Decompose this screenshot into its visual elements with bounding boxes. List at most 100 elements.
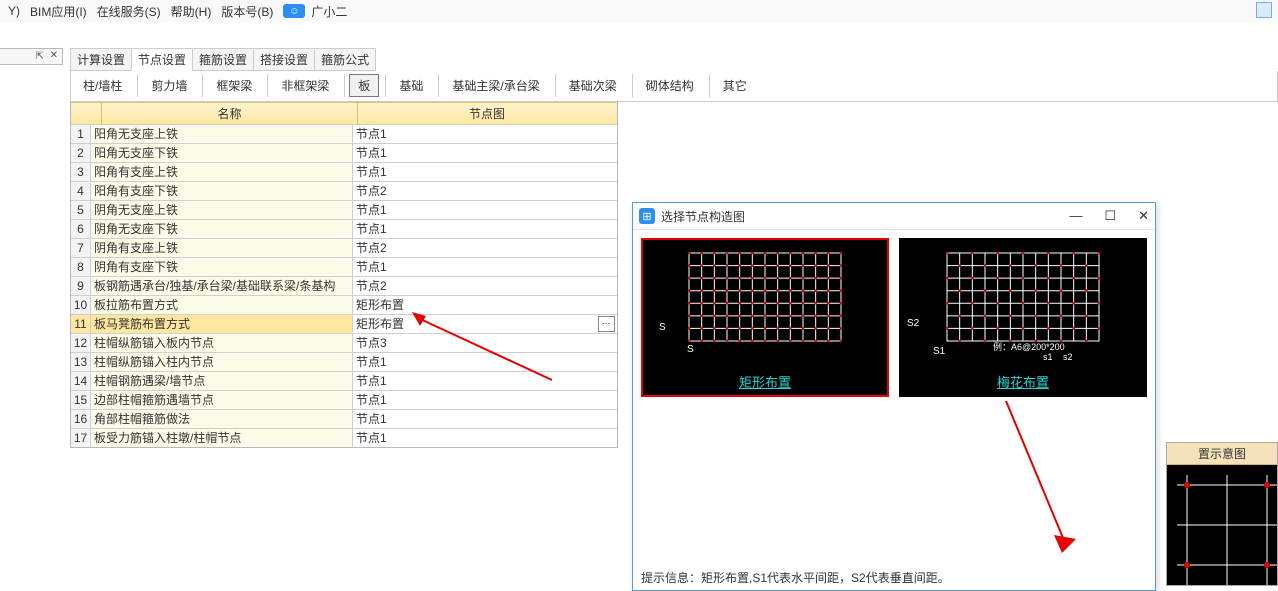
subtab-shearwall[interactable]: 剪力墙 <box>142 74 196 97</box>
table-row[interactable]: 12柱帽纵筋锚入板内节点节点3 <box>71 333 617 352</box>
pin-icon[interactable]: ⇱ <box>36 51 44 62</box>
menu-item[interactable]: 帮助(H) <box>167 3 216 20</box>
menubar: Y) BIM应用(I) 在线服务(S) 帮助(H) 版本号(B) ☺广小二 <box>0 0 1278 22</box>
table-row[interactable]: 17板受力筋锚入柱墩/柱帽节点节点1 <box>71 428 617 447</box>
subtab-framebeam[interactable]: 框架梁 <box>207 74 261 97</box>
subtab-nonframebeam[interactable]: 非框架梁 <box>272 74 338 97</box>
subtab-capbeam[interactable]: 基础主梁/承台梁 <box>443 74 548 97</box>
row-node[interactable]: 节点1 <box>353 372 617 390</box>
option-plum-layout[interactable]: S2 S1 例：A6@200*200 s1 s2 梅花布置 <box>899 238 1147 397</box>
row-node[interactable]: 节点1 <box>353 258 617 276</box>
row-node[interactable]: 节点1 <box>353 220 617 238</box>
table-row[interactable]: 2阳角无支座下铁节点1 <box>71 143 617 162</box>
tab-stirrup-formula[interactable]: 箍筋公式 <box>314 48 376 71</box>
row-node[interactable]: 节点1 <box>353 353 617 371</box>
row-number: 8 <box>71 258 91 276</box>
subtab-slab[interactable]: 板 <box>349 74 379 97</box>
row-name: 阴角有支座下铁 <box>91 258 353 276</box>
row-node[interactable]: 矩形布置⋯ <box>353 315 617 333</box>
tab-calc-settings[interactable]: 计算设置 <box>70 48 132 71</box>
table-row[interactable]: 16角部柱帽箍筋做法节点1 <box>71 409 617 428</box>
table-row[interactable]: 8阴角有支座下铁节点1 <box>71 257 617 276</box>
dialog-titlebar[interactable]: ⊞ 选择节点构造图 — ☐ ✕ <box>633 203 1155 230</box>
sub-s1: s1 <box>1043 352 1053 362</box>
table-row[interactable]: 1阳角无支座上铁节点1 <box>71 124 617 143</box>
schematic-caption: 置示意图 <box>1167 443 1277 465</box>
table-row[interactable]: 4阳角有支座下铁节点2 <box>71 181 617 200</box>
table-row[interactable]: 14柱帽钢筋遇梁/墙节点节点1 <box>71 371 617 390</box>
row-node[interactable]: 节点2 <box>353 182 617 200</box>
table-row[interactable]: 7阴角有支座上铁节点2 <box>71 238 617 257</box>
row-name: 阴角无支座下铁 <box>91 220 353 238</box>
row-node[interactable]: 节点1 <box>353 125 617 143</box>
dialog-title: 选择节点构造图 <box>661 208 745 225</box>
ellipsis-button[interactable]: ⋯ <box>598 316 615 332</box>
close-icon[interactable]: ✕ <box>50 50 58 61</box>
row-node[interactable]: 节点3 <box>353 334 617 352</box>
axis-h-label: S <box>687 344 694 355</box>
subtab-secondarybeam[interactable]: 基础次梁 <box>560 74 626 97</box>
row-name: 边部柱帽箍筋遇墙节点 <box>91 391 353 409</box>
maximize-icon[interactable]: ☐ <box>1104 208 1116 224</box>
table-row[interactable]: 3阳角有支座上铁节点1 <box>71 162 617 181</box>
schematic-body <box>1167 465 1277 585</box>
option-label: 矩形布置 <box>643 372 887 391</box>
menu-item[interactable]: BIM应用(I) <box>26 3 91 20</box>
row-number: 14 <box>71 372 91 390</box>
ribbon-tabs: 计算设置 节点设置 箍筋设置 搭接设置 箍筋公式 <box>70 48 1278 71</box>
assistant-icon: ☺ <box>283 4 305 18</box>
row-name: 板钢筋遇承台/独基/承台梁/基础联系梁/条基构 <box>91 277 353 295</box>
tab-stirrup-settings[interactable]: 箍筋设置 <box>192 48 254 71</box>
tab-lap-settings[interactable]: 搭接设置 <box>253 48 315 71</box>
row-number: 5 <box>71 201 91 219</box>
select-node-dialog: ⊞ 选择节点构造图 — ☐ ✕ S S 矩形布置 <box>632 202 1156 591</box>
sub-s2: s2 <box>1063 352 1073 362</box>
table-row[interactable]: 13柱帽纵筋锚入柱内节点节点1 <box>71 352 617 371</box>
row-node[interactable]: 节点2 <box>353 277 617 295</box>
table-row[interactable]: 6阴角无支座下铁节点1 <box>71 219 617 238</box>
subtab-other[interactable]: 其它 <box>714 74 756 97</box>
table-row[interactable]: 9板钢筋遇承台/独基/承台梁/基础联系梁/条基构节点2 <box>71 276 617 295</box>
menu-item[interactable]: Y) <box>4 4 24 18</box>
row-name: 板受力筋锚入柱墩/柱帽节点 <box>91 429 353 447</box>
download-icon[interactable] <box>1256 2 1272 18</box>
subtab-masonry[interactable]: 砌体结构 <box>637 74 703 97</box>
row-node[interactable]: 节点1 <box>353 429 617 447</box>
row-name: 阴角有支座上铁 <box>91 239 353 257</box>
menu-item[interactable]: 在线服务(S) <box>93 3 165 20</box>
table-row[interactable]: 10板拉筋布置方式矩形布置 <box>71 295 617 314</box>
option-label: 梅花布置 <box>901 372 1145 391</box>
close-icon[interactable]: ✕ <box>1138 208 1149 224</box>
dialog-icon: ⊞ <box>639 208 655 224</box>
option-rect-layout[interactable]: S S 矩形布置 <box>641 238 889 397</box>
schematic-panel: 置示意图 <box>1166 442 1278 586</box>
minimize-icon[interactable]: — <box>1069 208 1082 224</box>
row-node[interactable]: 节点1 <box>353 201 617 219</box>
menu-item[interactable]: 版本号(B) <box>217 3 277 20</box>
row-number: 2 <box>71 144 91 162</box>
row-name: 柱帽钢筋遇梁/墙节点 <box>91 372 353 390</box>
row-name: 板马凳筋布置方式 <box>91 315 353 333</box>
subtab-column[interactable]: 柱/墙柱 <box>74 74 131 97</box>
ribbon-subtabs: 柱/墙柱 剪力墙 框架梁 非框架梁 板 基础 基础主梁/承台梁 基础次梁 砌体结… <box>70 71 1278 102</box>
row-number: 11 <box>71 315 91 333</box>
row-number: 10 <box>71 296 91 314</box>
row-number: 15 <box>71 391 91 409</box>
row-node[interactable]: 节点1 <box>353 391 617 409</box>
assistant-launcher[interactable]: ☺广小二 <box>279 3 355 20</box>
table-row[interactable]: 5阴角无支座上铁节点1 <box>71 200 617 219</box>
subtab-foundation[interactable]: 基础 <box>390 74 432 97</box>
row-number: 17 <box>71 429 91 447</box>
row-node[interactable]: 节点1 <box>353 144 617 162</box>
table-row[interactable]: 15边部柱帽箍筋遇墙节点节点1 <box>71 390 617 409</box>
row-number: 3 <box>71 163 91 181</box>
row-node[interactable]: 节点1 <box>353 163 617 181</box>
tab-node-settings[interactable]: 节点设置 <box>131 48 193 71</box>
hint-text: 提示信息：矩形布置,S1代表水平间距，S2代表垂直间距。 <box>641 569 950 586</box>
row-number: 12 <box>71 334 91 352</box>
row-node[interactable]: 节点2 <box>353 239 617 257</box>
row-node[interactable]: 矩形布置 <box>353 296 617 314</box>
axis-h-label: S1 <box>933 346 945 357</box>
row-node[interactable]: 节点1 <box>353 410 617 428</box>
table-row[interactable]: 11板马凳筋布置方式矩形布置⋯ <box>71 314 617 333</box>
